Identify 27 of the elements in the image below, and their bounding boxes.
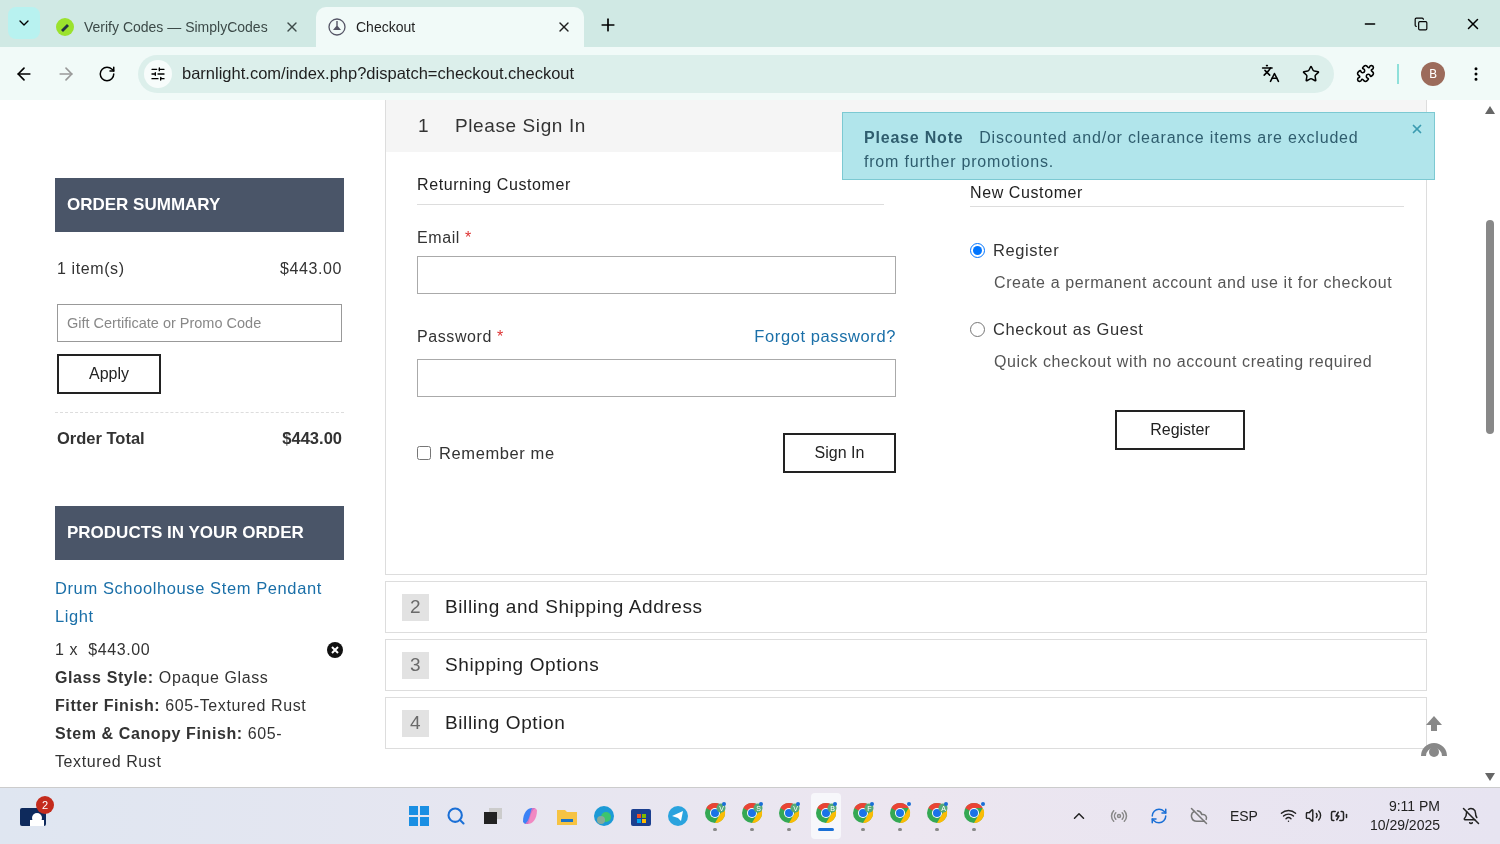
section-heading: ORDER SUMMARY xyxy=(55,178,344,232)
notice-text: Please Note Discounted and/or clearance items are excluded from further promotions. xyxy=(864,129,1359,170)
product-option: Fitter Finish: 605-Textured Rust xyxy=(55,692,344,720)
step-title: Shipping Options xyxy=(445,654,600,676)
step-title: Please Sign In xyxy=(455,115,586,137)
field-label: Password * xyxy=(417,328,504,346)
product-option: Glass Style: Opaque Glass xyxy=(55,664,344,692)
option-description: Create a permanent account and use it for checkout xyxy=(994,274,1394,292)
section-heading: PRODUCTS IN YOUR ORDER xyxy=(55,506,344,560)
field-label: Email * xyxy=(417,229,472,247)
quantity-price: 1 x $443.00 xyxy=(55,640,151,660)
total-label: Order Total xyxy=(57,429,145,448)
items-price: $443.00 xyxy=(279,260,342,278)
step-number: 1 xyxy=(416,114,431,138)
notification-badge: 2 xyxy=(36,796,54,814)
total-value: $443.00 xyxy=(282,429,342,448)
step-title: Billing and Shipping Address xyxy=(445,596,703,618)
checkbox-label: Remember me xyxy=(439,443,555,463)
option-description: Quick checkout with no account creating required xyxy=(994,353,1374,371)
step-title: Billing Option xyxy=(445,712,566,734)
step-number: 3 xyxy=(402,651,429,679)
product-option: Stem & Canopy Finish: 605-Textured Rust xyxy=(55,720,344,776)
item-count: 1 item(s) xyxy=(57,260,125,278)
radio-label: Checkout as Guest xyxy=(993,320,1144,339)
step-number: 4 xyxy=(402,709,429,737)
step-number: 2 xyxy=(402,593,429,621)
radio-label: Register xyxy=(993,241,1060,260)
